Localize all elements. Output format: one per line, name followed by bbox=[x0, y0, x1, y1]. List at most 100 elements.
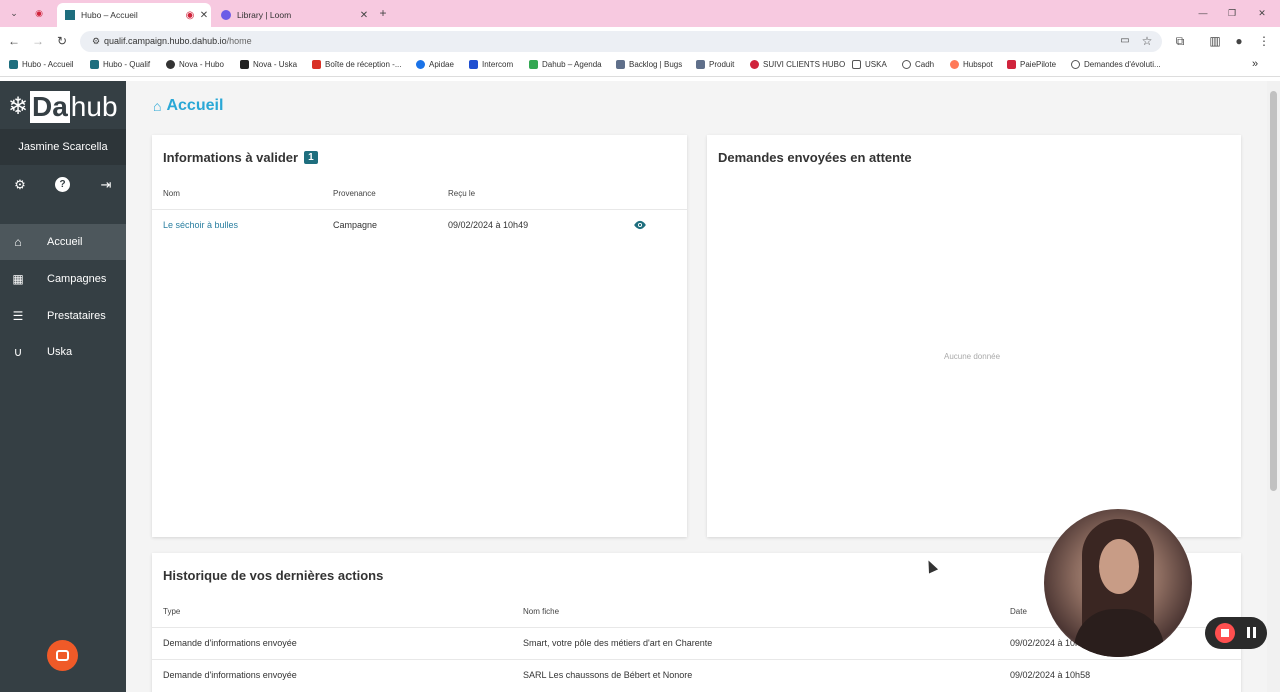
extensions-icon[interactable]: ⧉ bbox=[1172, 33, 1188, 49]
record-indicator-icon: ◉ bbox=[35, 8, 43, 18]
sidebar-item-campagnes[interactable]: ▦ Campagnes bbox=[0, 261, 126, 297]
forward-arrow-icon[interactable]: → bbox=[30, 33, 46, 49]
restore-button[interactable]: ❐ bbox=[1224, 5, 1240, 21]
bookmark-label: Nova - Uska bbox=[253, 60, 298, 69]
bookmarks-overflow-button[interactable]: » bbox=[1252, 58, 1258, 70]
profile-avatar-icon[interactable]: ● bbox=[1231, 33, 1247, 49]
fiche-name-cell: Smart, votre pôle des métiers d'art en C… bbox=[523, 638, 713, 648]
bookmark-item[interactable]: Hubo - Qualif bbox=[90, 60, 150, 69]
bookmark-star-icon[interactable]: ☆ bbox=[1139, 33, 1155, 49]
card-title: Demandes envoyées en attente bbox=[718, 150, 912, 165]
bookmarks-bar: Hubo - Accueil Hubo - Qualif Nova - Hubo… bbox=[0, 56, 1280, 77]
fiche-link[interactable]: Le séchoir à bulles bbox=[163, 220, 238, 230]
bookmark-item[interactable]: Boîte de réception -... bbox=[312, 60, 402, 69]
sidebar-item-uska[interactable]: ∪ Uska bbox=[0, 334, 126, 370]
url-host: qualif.campaign.hubo.dahub.io bbox=[104, 36, 227, 46]
list-icon: ☰ bbox=[12, 309, 24, 323]
bookmark-item[interactable]: SUIVI CLIENTS HUBO bbox=[750, 60, 845, 69]
gear-icon[interactable]: ⚙ bbox=[12, 177, 28, 193]
side-panel-icon[interactable]: ▥ bbox=[1207, 33, 1223, 49]
hubspot-icon bbox=[950, 60, 959, 69]
logo-da: Da bbox=[30, 91, 70, 123]
count-badge: 1 bbox=[304, 151, 318, 164]
bookmark-item[interactable]: Produit bbox=[696, 60, 734, 69]
validate-info-card: Informations à valider 1 Nom Provenance … bbox=[152, 135, 687, 537]
card-title: Informations à valider 1 bbox=[163, 150, 318, 165]
loom-recording-controls bbox=[1205, 617, 1267, 649]
view-eye-icon[interactable] bbox=[633, 220, 647, 230]
sidebar: ❄ Da hub Jasmine Scarcella ⚙ ? ⇥ ⌂ Accue… bbox=[0, 81, 126, 692]
new-tab-button[interactable]: + bbox=[375, 5, 391, 21]
gmail-icon bbox=[312, 60, 321, 69]
bookmark-item[interactable]: Demandes d'évoluti... bbox=[1071, 60, 1161, 69]
browser-tab-bar: ⌄ ◉ Hubo – Accueil ◉ ✕ Library | Loom ✕ … bbox=[0, 0, 1280, 27]
logout-icon[interactable]: ⇥ bbox=[98, 177, 114, 193]
tab-hubo-accueil[interactable]: Hubo – Accueil ◉ ✕ bbox=[57, 3, 211, 27]
bookmark-item[interactable]: Apidae bbox=[416, 60, 454, 69]
sidebar-item-label: Campagnes bbox=[47, 273, 107, 285]
bookmark-item[interactable]: Nova - Uska bbox=[240, 60, 297, 69]
hubo-favicon-icon bbox=[90, 60, 99, 69]
bookmark-item[interactable]: Hubo - Accueil bbox=[9, 60, 74, 69]
bookmark-item[interactable]: Cadh bbox=[902, 60, 934, 69]
close-tab-icon[interactable]: ✕ bbox=[197, 10, 211, 21]
minimize-button[interactable]: — bbox=[1195, 5, 1211, 21]
scrollbar-thumb[interactable] bbox=[1270, 91, 1277, 491]
close-window-button[interactable]: ✕ bbox=[1254, 5, 1270, 21]
recording-dot-icon: ◉ bbox=[185, 9, 195, 21]
bug-icon bbox=[616, 60, 625, 69]
column-header-nom-fiche: Nom fiche bbox=[523, 607, 560, 616]
chat-launcher-button[interactable] bbox=[47, 640, 78, 671]
magnet-icon: ∪ bbox=[13, 345, 23, 359]
bookmark-item[interactable]: USKA bbox=[852, 60, 887, 69]
magnet-icon bbox=[240, 60, 249, 69]
url-input[interactable]: qualif.campaign.hubo.dahub.io/home bbox=[80, 31, 1162, 52]
snowflake-logo-icon: ❄ bbox=[8, 93, 29, 120]
action-date-cell: 09/02/2024 à 10h58 bbox=[1010, 670, 1091, 680]
bookmark-label: Hubo - Accueil bbox=[22, 60, 74, 69]
sidebar-tools: ⚙ ? ⇥ bbox=[0, 177, 126, 197]
card-title-text: Demandes envoyées en attente bbox=[718, 150, 912, 165]
bookmark-item[interactable]: PaiePilote bbox=[1007, 60, 1056, 69]
bookmark-label: Dahub – Agenda bbox=[542, 60, 602, 69]
page-scrollbar[interactable] bbox=[1267, 81, 1280, 692]
hubo-favicon-icon bbox=[65, 10, 75, 20]
folder-icon bbox=[852, 60, 861, 69]
column-header-type: Type bbox=[163, 607, 181, 616]
close-tab-icon[interactable]: ✕ bbox=[357, 10, 371, 21]
bookmark-label: Cadh bbox=[915, 60, 935, 69]
site-info-icon[interactable]: ⚙ bbox=[88, 33, 104, 49]
dahub-logo[interactable]: ❄ Da hub bbox=[8, 89, 118, 125]
browser-menu-icon[interactable]: ⋮ bbox=[1256, 33, 1272, 49]
bookmark-item[interactable]: Dahub – Agenda bbox=[529, 60, 602, 69]
bookmark-item[interactable]: Intercom bbox=[469, 60, 513, 69]
sidebar-item-prestataires[interactable]: ☰ Prestataires bbox=[0, 298, 126, 334]
tab-library-loom[interactable]: Library | Loom ✕ bbox=[213, 3, 371, 27]
loom-camera-bubble[interactable] bbox=[1044, 509, 1192, 657]
help-icon[interactable]: ? bbox=[55, 177, 70, 192]
sidebar-item-label: Prestataires bbox=[47, 310, 106, 322]
stop-icon bbox=[1221, 629, 1229, 637]
bookmark-item[interactable]: Hubspot bbox=[950, 60, 993, 69]
bookmark-label: Produit bbox=[709, 60, 735, 69]
pause-recording-button[interactable] bbox=[1247, 627, 1256, 638]
chat-icon bbox=[56, 650, 69, 661]
url-path: /home bbox=[226, 36, 252, 46]
bookmark-label: Backlog | Bugs bbox=[629, 60, 683, 69]
stop-recording-button[interactable] bbox=[1215, 623, 1235, 643]
intercom-icon bbox=[469, 60, 478, 69]
reload-icon[interactable]: ↻ bbox=[54, 33, 70, 49]
calendar-icon bbox=[529, 60, 538, 69]
bookmark-item[interactable]: Backlog | Bugs bbox=[616, 60, 682, 69]
bookmark-item[interactable]: Nova - Hubo bbox=[166, 60, 224, 69]
apidae-icon bbox=[416, 60, 425, 69]
pending-requests-card: Demandes envoyées en attente Aucune donn… bbox=[707, 135, 1241, 537]
sidebar-item-accueil[interactable]: ⌂ Accueil bbox=[0, 224, 126, 260]
tab-search-icon[interactable]: ⌄ bbox=[6, 5, 22, 21]
loom-favicon-icon bbox=[221, 10, 231, 20]
camera-icon[interactable]: ▭ bbox=[1117, 33, 1133, 49]
address-bar-row: ← → ↻ qualif.campaign.hubo.dahub.io/home… bbox=[0, 27, 1280, 56]
action-type-cell: Demande d'informations envoyée bbox=[163, 670, 297, 680]
back-arrow-icon[interactable]: ← bbox=[6, 33, 22, 49]
empty-state-text: Aucune donnée bbox=[944, 352, 1001, 361]
